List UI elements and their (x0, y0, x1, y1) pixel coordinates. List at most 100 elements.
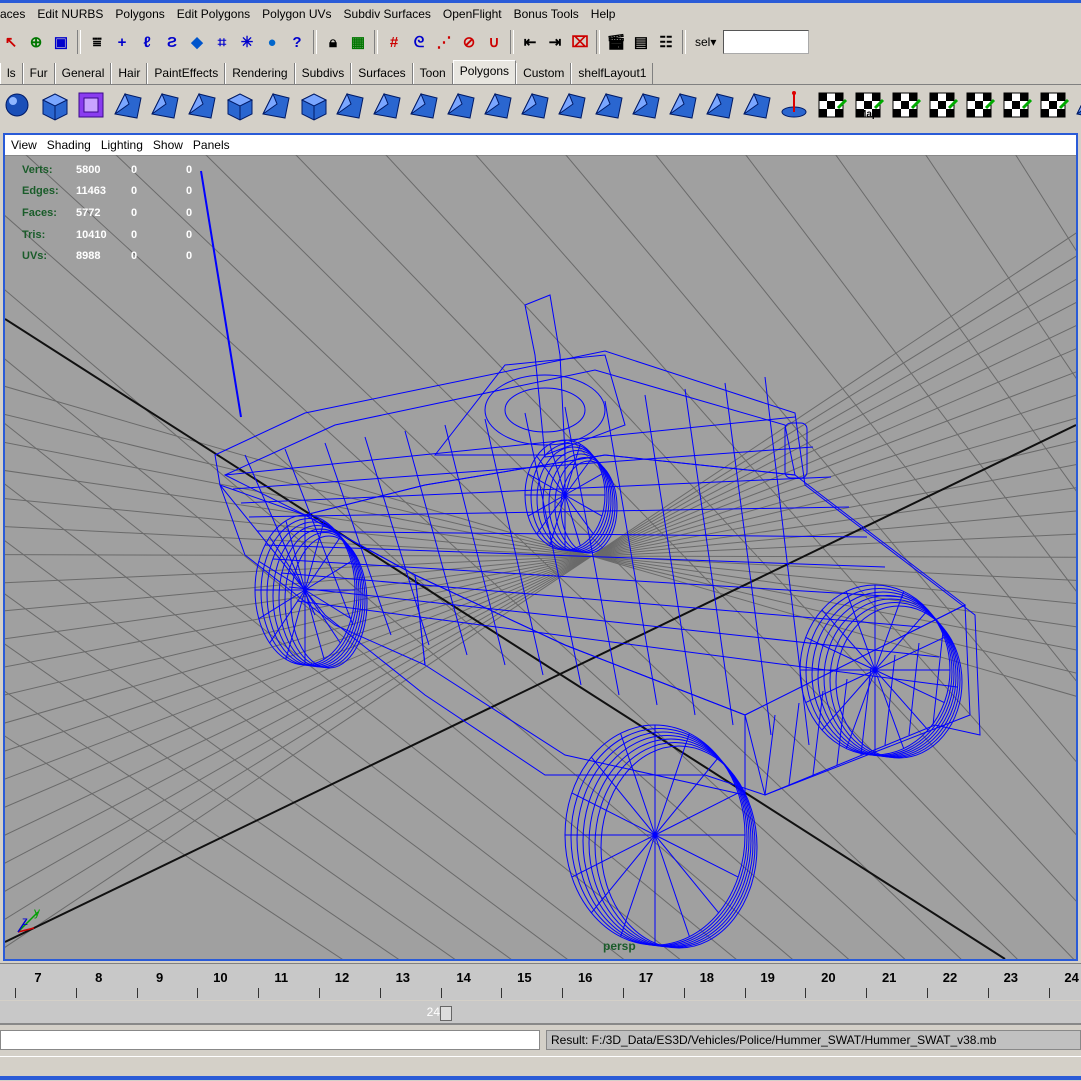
panel-menu-shading[interactable]: Shading (42, 138, 96, 152)
merge-edge-icon[interactable] (222, 88, 256, 122)
construction-history-icon[interactable]: ⌧ (569, 31, 591, 53)
select-hierarchy-icon[interactable]: ⊕ (25, 31, 47, 53)
tab-toon[interactable]: Toon (412, 63, 453, 84)
split-poly-icon[interactable] (185, 88, 219, 122)
magnet-icon[interactable]: ∪ (483, 31, 505, 53)
deform-icon[interactable]: ⌗ (211, 31, 233, 53)
triangulate-icon[interactable] (666, 88, 700, 122)
command-input[interactable] (0, 1030, 540, 1050)
panel-menu-bar: View Shading Lighting Show Panels (5, 135, 1076, 156)
time-slider[interactable]: 7 8 9 10 11 12 13 14 15 16 17 18 19 20 21 22 23 24 (0, 963, 1081, 1000)
end-frame-field[interactable]: 24 (410, 1005, 440, 1021)
wedge-face-icon[interactable] (370, 88, 404, 122)
extrude-face-icon[interactable] (111, 88, 145, 122)
fill-hole-icon[interactable] (740, 88, 774, 122)
snap-grid-icon[interactable]: # (383, 31, 405, 53)
tab-painteffects[interactable]: PaintEffects (147, 63, 226, 84)
lock-icon[interactable]: 🔒︎ (322, 31, 344, 53)
sphere-icon[interactable]: ● (261, 31, 283, 53)
tab-surfaces[interactable]: Surfaces (351, 63, 413, 84)
smooth-icon[interactable] (555, 88, 589, 122)
poly-sphere-icon[interactable] (0, 88, 34, 122)
menu-openflight[interactable]: OpenFlight (437, 7, 508, 21)
hummer-wireframe-model[interactable] (200, 170, 981, 949)
selection-name-field[interactable] (723, 30, 810, 54)
select-object-icon[interactable]: ↖ (0, 31, 22, 53)
poke-face-icon[interactable] (407, 88, 441, 122)
snap-toggle-icon[interactable]: ⩸ (86, 31, 108, 53)
combine-icon[interactable] (481, 88, 515, 122)
bevel-icon[interactable] (259, 88, 293, 122)
menu-edit-nurbs[interactable]: Edit NURBS (31, 7, 109, 21)
menu-subdiv-surfaces[interactable]: Subdiv Surfaces (338, 7, 437, 21)
tab-shelflayout1[interactable]: shelfLayout1 (571, 63, 654, 84)
frame-edge (444, 424, 506, 666)
flip-normal-icon[interactable]: Flip (1073, 88, 1081, 122)
poly-cube-icon[interactable] (37, 88, 71, 122)
snap-curve-icon[interactable]: ᘓ (408, 31, 430, 53)
grid-z-axis (5, 424, 1076, 943)
reduce-icon[interactable] (592, 88, 626, 122)
tab-hair[interactable]: Hair (111, 63, 148, 84)
selection-mode-menu[interactable]: sel▾ (691, 35, 720, 49)
cleanup-icon[interactable] (629, 88, 663, 122)
uv-auto-icon[interactable] (962, 88, 996, 122)
status-line-toolbar: ↖ ⊕ ▣ ⩸ + ℓ Ƨ ◆ ⌗ ✳ ● ? 🔒︎ ▦ # ᘓ ⋰ ⊘ ∪ ⇤… (0, 26, 1081, 58)
frame-tick (683, 988, 685, 998)
render-clapper-icon[interactable]: 🎬︎ (605, 31, 627, 53)
normal-icon[interactable] (777, 88, 811, 122)
menu-polygon-uvs[interactable]: Polygon UVs (256, 7, 337, 21)
panel-menu-view[interactable]: View (5, 138, 42, 152)
extrude-edge-icon[interactable] (148, 88, 182, 122)
curve-icon[interactable]: Ƨ (161, 31, 183, 53)
panel-menu-show[interactable]: Show (148, 138, 188, 152)
poly-count-hud: Verts: 5800 0 0 Edges: 11463 0 0 Faces: … (22, 159, 206, 267)
range-handle[interactable] (440, 1006, 452, 1021)
hud-component: 0 (186, 185, 193, 198)
range-slider[interactable]: 24 (0, 1001, 1081, 1025)
poly-cube-purple-icon[interactable] (74, 88, 108, 122)
input-ops-icon[interactable]: ⇤ (519, 31, 541, 53)
tab-subdivs[interactable]: Subdivs (294, 63, 352, 84)
quadrangulate-icon[interactable] (703, 88, 737, 122)
tab-polygons[interactable]: Polygons (452, 60, 517, 84)
menu-help[interactable]: Help (585, 7, 622, 21)
render-globals-icon[interactable]: ☷ (655, 31, 677, 53)
snap-point-icon[interactable]: ⋰ (433, 31, 455, 53)
snap-view-plane-icon[interactable]: ⊘ (458, 31, 480, 53)
wheel-rear-right (554, 457, 616, 553)
append-icon[interactable] (333, 88, 367, 122)
select-highlight-icon[interactable]: ▦ (347, 31, 369, 53)
tab-general[interactable]: General (54, 63, 112, 84)
uv-editor-icon[interactable] (999, 88, 1033, 122)
menu-surfaces[interactable]: aces (0, 7, 31, 21)
lasso-icon[interactable]: ℓ (136, 31, 158, 53)
bridge-icon[interactable] (296, 88, 330, 122)
separate-icon[interactable] (518, 88, 552, 122)
frame-tick (15, 988, 16, 998)
panel-menu-lighting[interactable]: Lighting (96, 138, 148, 152)
tab-custom[interactable]: Custom (516, 63, 572, 84)
menu-edit-polygons[interactable]: Edit Polygons (171, 7, 256, 21)
scene-canvas[interactable] (5, 155, 1076, 959)
uv-map-icon[interactable]: Map (851, 88, 885, 122)
tab-ls[interactable]: ls (0, 63, 23, 84)
menu-polygons[interactable]: Polygons (109, 7, 170, 21)
dynamics-icon[interactable]: ✳ (236, 31, 258, 53)
output-ops-icon[interactable]: ⇥ (544, 31, 566, 53)
help-icon[interactable]: ? (286, 31, 308, 53)
collapse-icon[interactable] (444, 88, 478, 122)
menu-bonus-tools[interactable]: Bonus Tools (508, 7, 585, 21)
panel-menu-panels[interactable]: Panels (188, 138, 235, 152)
uv-sphere-icon[interactable] (925, 88, 959, 122)
uv-layout-icon[interactable] (1036, 88, 1070, 122)
ipr-render-icon[interactable]: ▤ (630, 31, 652, 53)
tab-rendering[interactable]: Rendering (225, 63, 295, 84)
select-component-icon[interactable]: ▣ (50, 31, 72, 53)
add-icon[interactable]: + (111, 31, 133, 53)
perspective-viewport[interactable]: View Shading Lighting Show Panels Verts:… (3, 133, 1078, 961)
uv-cyl-icon[interactable] (888, 88, 922, 122)
surface-icon[interactable]: ◆ (186, 31, 208, 53)
tab-fur[interactable]: Fur (22, 63, 55, 84)
uv-planar-icon[interactable] (814, 88, 848, 122)
